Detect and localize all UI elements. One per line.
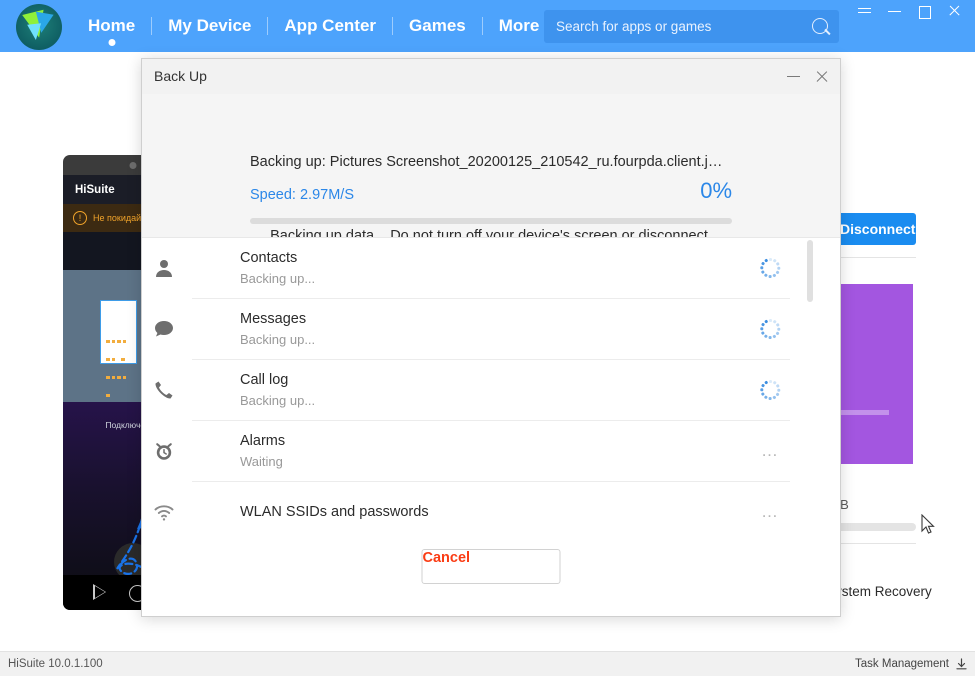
dialog-title-bar: Back Up [142,59,840,95]
list-item[interactable]: Call log Backing up... [155,360,790,421]
list-item-name: Call log [240,372,289,388]
loading-spinner-icon [760,258,781,278]
window-controls [849,0,969,22]
system-recovery-label[interactable]: System Recovery [826,584,932,599]
list-item-indicator [760,319,781,339]
download-icon[interactable] [956,658,967,670]
list-item-state: Backing up... [240,271,316,286]
app-version-label: HiSuite 10.0.1.100 [8,658,103,670]
more-dots-icon: … [761,441,780,460]
device-camera-dot [129,162,137,169]
mouse-pointer-icon [921,514,935,534]
search-placeholder: Search for apps or games [556,19,712,34]
list-item-name: Messages [240,311,307,327]
list-scrollbar-thumb[interactable] [807,240,813,302]
backup-dialog: Back Up Backing up: Pictures Screenshot_… [141,58,841,617]
list-item[interactable]: Alarms Waiting … [156,421,790,482]
backup-item-list[interactable]: Contacts Backing up... Messages Backing … [142,237,840,558]
backup-progress-bar [250,218,732,224]
list-item[interactable]: WLAN SSIDs and passwords … [154,482,790,542]
backup-status-line: Backing up: Pictures Screenshot_20200125… [250,154,723,170]
dialog-close-icon[interactable] [808,59,836,94]
task-management-button[interactable]: Task Management [855,652,949,676]
app-status-bar: HiSuite 10.0.1.100 Task Management [0,651,975,676]
backup-speed-label: Speed: 2.97M/S [250,187,354,203]
nav-active-dot [108,39,116,46]
list-item[interactable]: Contacts Backing up... [156,238,790,299]
list-item-name: WLAN SSIDs and passwords [240,503,429,520]
dialog-footer: Cancel [142,549,840,616]
dialog-minimize-icon[interactable] [780,59,808,94]
backup-percent-label: 0% [700,178,732,203]
list-item-indicator: … [761,441,780,460]
close-icon[interactable] [939,0,969,22]
list-item-state: Backing up... [240,332,316,347]
alarm-clock-icon [156,443,172,460]
list-item-state: Backing up... [240,393,316,408]
main-nav: Home My Device App Center Games More [72,0,557,52]
person-icon [156,260,172,277]
nav-item-more-label: More [498,16,540,35]
wifi-icon [154,505,174,521]
exclamation-circle-icon: ! [73,211,87,225]
phone-icon [155,381,173,399]
loading-spinner-icon [760,319,781,339]
nav-item-my-device-label: My Device [168,16,252,35]
list-item-indicator [760,380,781,400]
nav-item-games-label: Games [409,16,466,35]
nav-item-my-device[interactable]: My Device [152,0,267,52]
storage-block-graphic [822,284,913,469]
nav-item-app-center[interactable]: App Center [268,0,392,52]
chat-bubble-icon [155,321,173,337]
nav-item-app-center-label: App Center [284,16,377,35]
list-item-indicator [760,258,781,278]
device-card-dots [105,331,131,403]
menu-icon[interactable] [849,0,879,22]
dialog-progress-header: Backing up: Pictures Screenshot_20200125… [142,94,840,244]
hisuite-logo [16,4,62,50]
minimize-icon[interactable] [879,0,909,22]
maximize-icon[interactable] [909,0,939,22]
app-top-bar: Home My Device App Center Games More Sea… [0,0,975,52]
more-dots-icon: … [761,502,780,521]
nav-item-games[interactable]: Games [393,0,482,52]
list-item[interactable]: Messages Backing up... [155,299,790,360]
list-item-indicator: … [761,502,780,521]
list-item-name: Alarms [240,433,286,449]
nav-item-home[interactable]: Home [72,0,151,52]
list-item-name: Contacts [240,250,298,266]
list-item-state: Waiting [240,454,283,469]
search-icon-handle [824,28,831,36]
cancel-button[interactable]: Cancel [421,549,561,584]
device-card-graphic [100,300,137,397]
loading-spinner-icon [760,380,781,400]
search-input[interactable]: Search for apps or games [544,10,839,43]
dialog-title: Back Up [154,68,207,84]
nav-item-home-label: Home [88,16,136,35]
